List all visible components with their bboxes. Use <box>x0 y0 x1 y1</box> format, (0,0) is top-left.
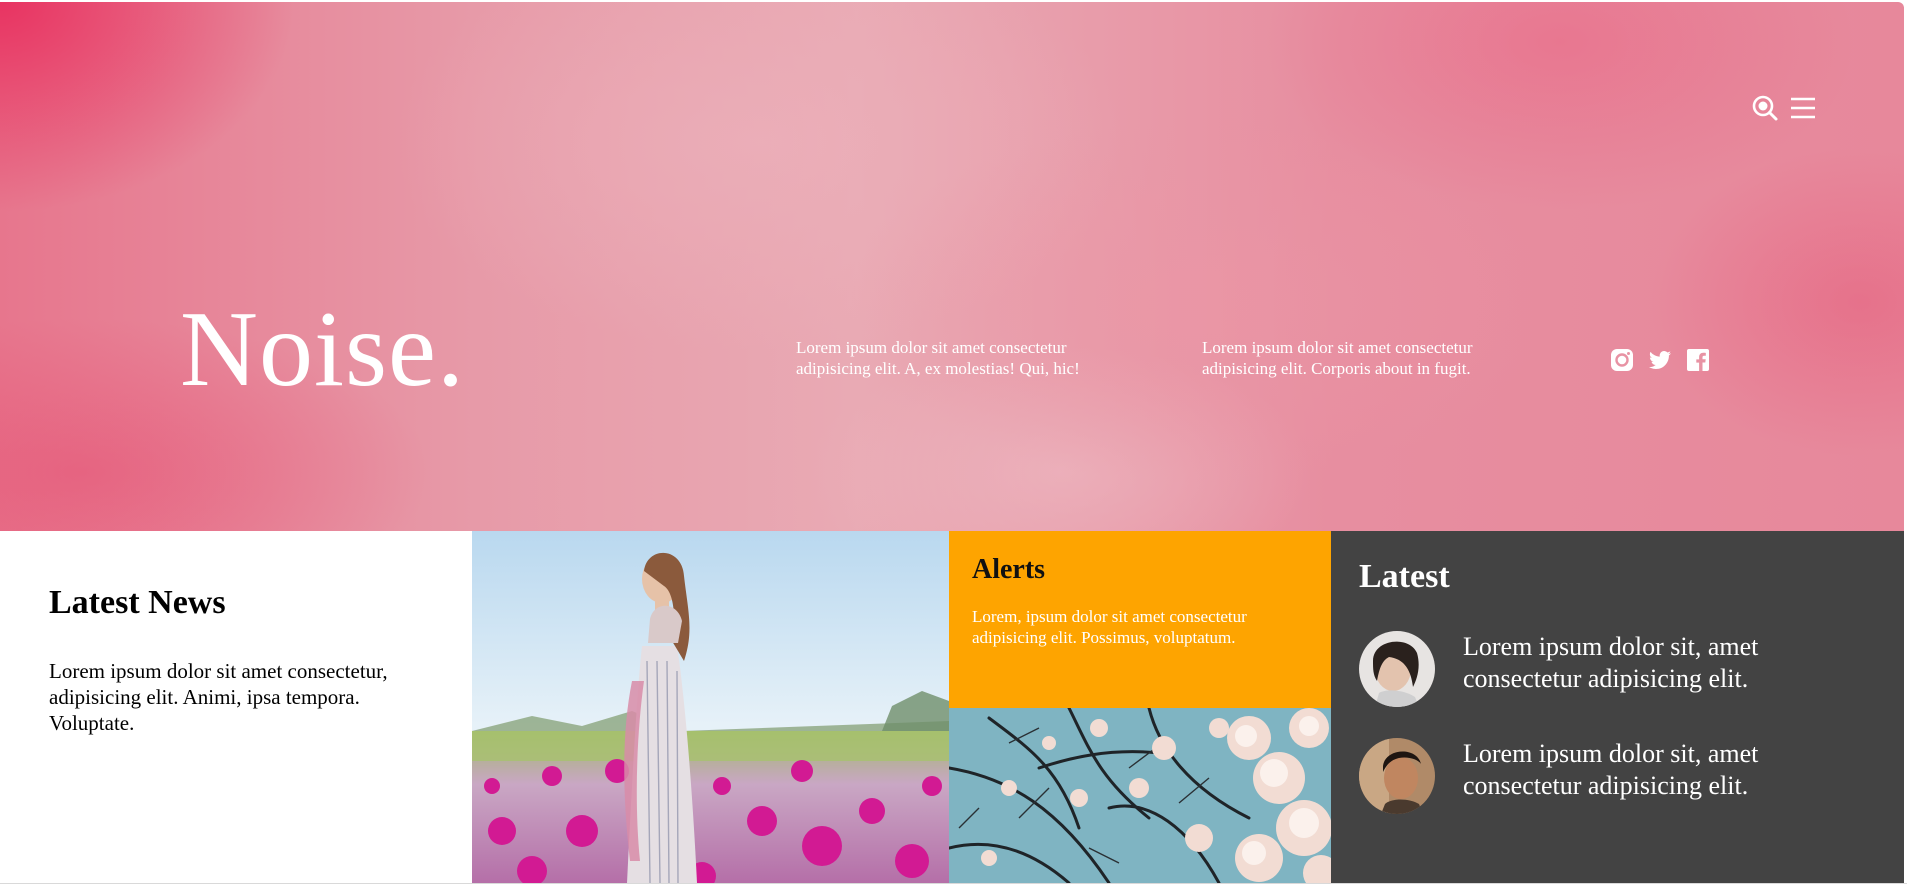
latest-title: Latest <box>1359 558 1450 595</box>
latest-item[interactable]: Lorem ipsum dolor sit, amet consectetur … <box>1359 631 1879 711</box>
woman-flower-field-photo <box>472 531 949 883</box>
blossom-tree-photo <box>949 708 1331 883</box>
latest-item-text: Lorem ipsum dolor sit, amet consectetur … <box>1463 739 1759 800</box>
hero-header: Noise. Lorem ipsum dolor sit amet consec… <box>0 2 1904 531</box>
alerts-title: Alerts <box>972 554 1046 585</box>
alerts-section: Alerts Lorem, ipsum dolor sit amet conse… <box>949 531 1331 708</box>
latest-news-body: Lorem ipsum dolor sit amet consectetur, … <box>49 659 388 735</box>
twitter-icon[interactable] <box>1647 347 1673 373</box>
search-icon[interactable] <box>1751 94 1779 122</box>
brand-logo[interactable]: Noise. <box>180 290 465 410</box>
top-toolbar <box>1751 94 1817 122</box>
menu-icon[interactable] <box>1789 94 1817 122</box>
avatar <box>1359 631 1435 707</box>
latest-news-title: Latest News <box>49 584 226 621</box>
avatar <box>1359 738 1435 814</box>
alerts-body: Lorem, ipsum dolor sit amet consectetur … <box>972 607 1247 647</box>
latest-item[interactable]: Lorem ipsum dolor sit, amet consectetur … <box>1359 738 1879 818</box>
social-links <box>1609 347 1711 373</box>
hero-blurb-2: Lorem ipsum dolor sit amet consectetur a… <box>1202 338 1473 378</box>
latest-news-section: Latest News Lorem ipsum dolor sit amet c… <box>0 531 472 883</box>
latest-item-text: Lorem ipsum dolor sit, amet consectetur … <box>1463 632 1759 693</box>
hero-blurb-1: Lorem ipsum dolor sit amet consectetur a… <box>796 338 1080 378</box>
facebook-icon[interactable] <box>1685 347 1711 373</box>
page: Noise. Lorem ipsum dolor sit amet consec… <box>0 0 1907 884</box>
instagram-icon[interactable] <box>1609 347 1635 373</box>
latest-section: Latest Lorem ipsum dolor sit, amet conse… <box>1331 531 1904 883</box>
